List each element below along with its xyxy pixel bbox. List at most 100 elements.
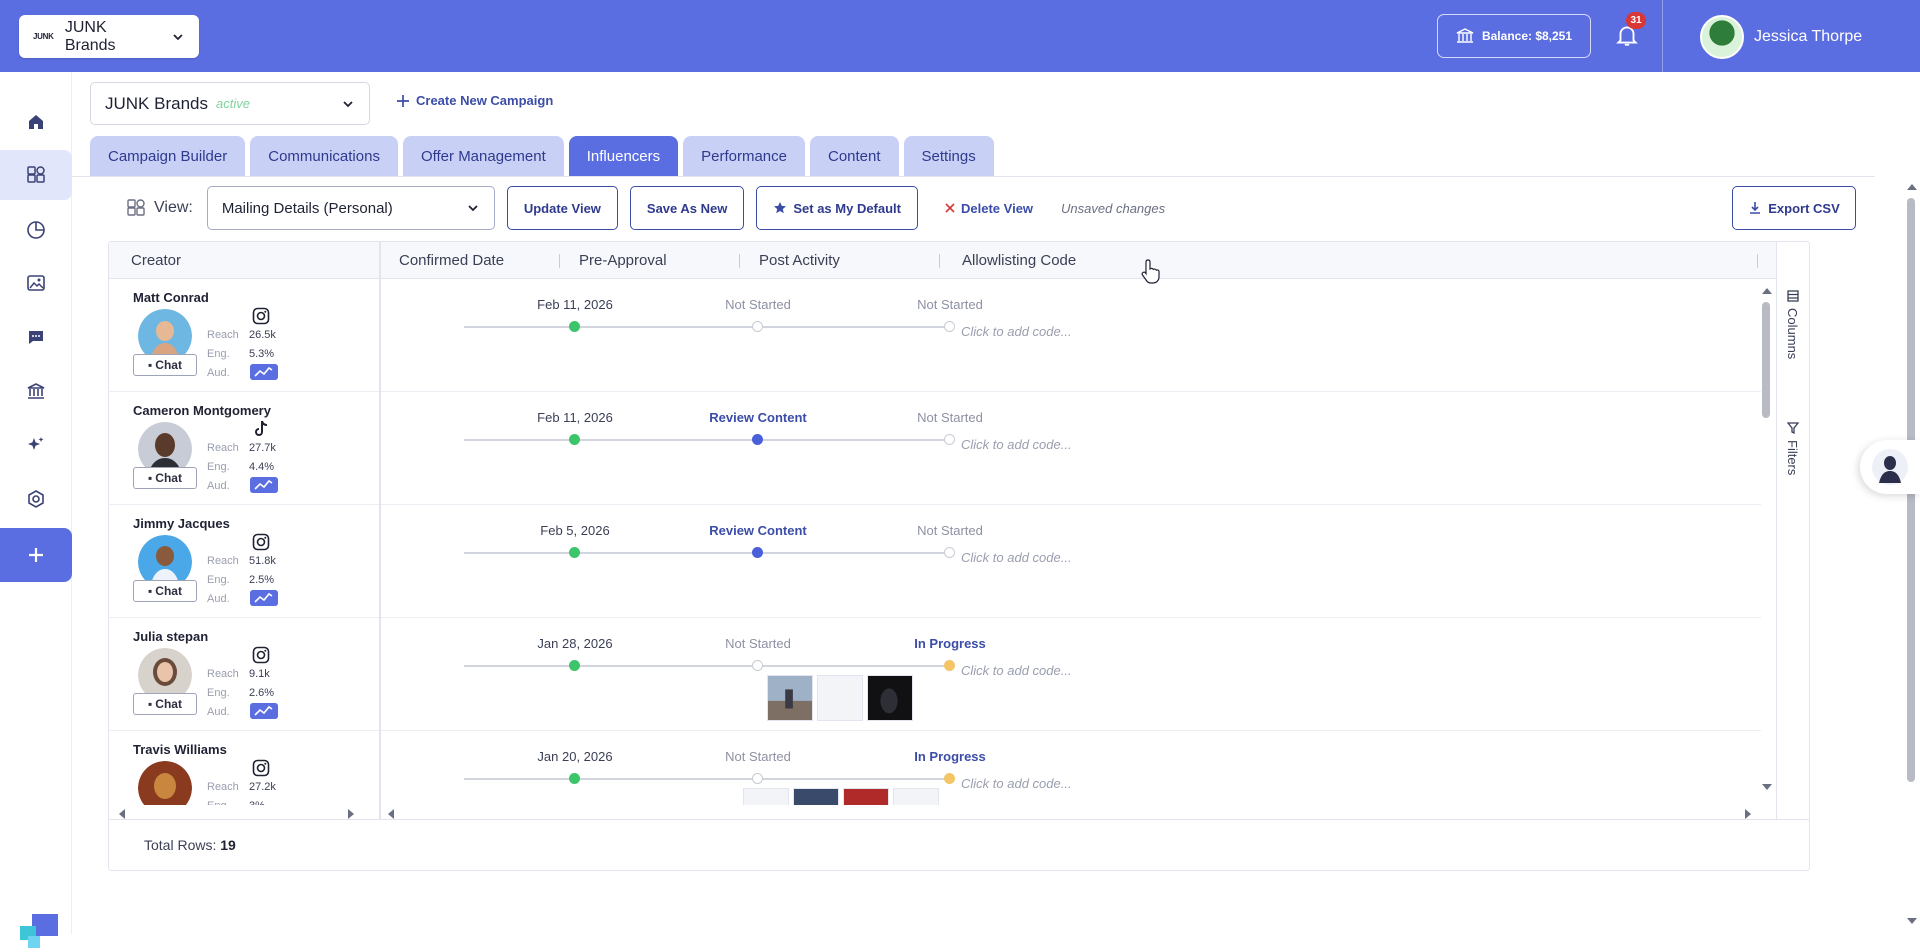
- scroll-down-icon[interactable]: [1761, 782, 1773, 792]
- content-thumbnail[interactable]: [743, 788, 789, 805]
- chat-icon[interactable]: [0, 312, 72, 362]
- creator-name[interactable]: Matt Conrad: [133, 290, 209, 305]
- audience-label: Aud.: [207, 480, 230, 492]
- column-separator[interactable]: [559, 254, 560, 268]
- brand-switcher[interactable]: JUNK JUNK Brands: [19, 15, 199, 58]
- view-label-text: View:: [154, 199, 193, 216]
- home-icon[interactable]: [0, 97, 72, 147]
- creator-name[interactable]: Cameron Montgomery: [133, 403, 271, 418]
- creator-name[interactable]: Travis Williams: [133, 742, 227, 757]
- columns-tab[interactable]: Columns: [1785, 290, 1800, 359]
- column-separator[interactable]: [739, 254, 740, 268]
- content-thumbnail[interactable]: [767, 675, 813, 721]
- campaign-select[interactable]: JUNK Brands active: [90, 82, 370, 125]
- chat-button[interactable]: ▪ Chat: [133, 354, 197, 376]
- progress-track: [464, 665, 951, 667]
- pre-approval-status[interactable]: Review Content: [688, 523, 828, 538]
- allowlisting-code-cell[interactable]: Click to add code...: [961, 437, 1072, 452]
- post-activity-status[interactable]: In Progress: [880, 749, 1020, 764]
- pre-approval-status[interactable]: Not Started: [688, 297, 828, 312]
- reach-value: 27.2k: [249, 781, 276, 793]
- table-row[interactable]: Travis Williams Reach 27.2k Eng.3% Jan 20…: [109, 731, 1761, 805]
- chat-button[interactable]: ▪ Chat: [133, 467, 197, 489]
- column-separator[interactable]: [1757, 254, 1758, 268]
- grid-footer-divider: [109, 819, 1809, 820]
- tab-influencers[interactable]: Influencers: [568, 136, 679, 176]
- avatar[interactable]: [138, 761, 192, 805]
- set-default-button[interactable]: Set as My Default: [756, 186, 919, 230]
- table-row[interactable]: Julia stepan ▪ Chat Reach 9.1k Eng. 2.6% Au…: [109, 618, 1761, 731]
- header-post-activity[interactable]: Post Activity: [759, 252, 840, 269]
- step-dot-post-activity: [944, 434, 955, 445]
- chevron-down-icon: [173, 33, 183, 40]
- tab-communications[interactable]: Communications: [250, 136, 398, 176]
- scroll-up-icon[interactable]: [1761, 286, 1773, 296]
- step-dot-post-activity: [944, 547, 955, 558]
- notification-badge: 31: [1626, 12, 1646, 29]
- analytics-icon[interactable]: [0, 205, 72, 255]
- allowlisting-code-cell[interactable]: Click to add code...: [961, 550, 1072, 565]
- table-row[interactable]: Matt Conrad ▪ Chat Reach 26.5k Eng. 5.3% Au…: [109, 279, 1761, 392]
- view-select[interactable]: Mailing Details (Personal): [206, 186, 495, 230]
- support-chat-launcher[interactable]: [1860, 440, 1920, 494]
- column-separator[interactable]: [939, 254, 940, 268]
- content-thumbnail[interactable]: [843, 788, 889, 805]
- bank-icon[interactable]: [0, 366, 72, 416]
- trend-chart-icon[interactable]: [250, 590, 278, 606]
- image-icon[interactable]: [0, 258, 72, 308]
- campaigns-icon[interactable]: [0, 150, 72, 200]
- user-menu[interactable]: Jessica Thorpe: [1700, 15, 1862, 59]
- content-thumbnail[interactable]: [817, 675, 863, 721]
- allowlisting-code-cell[interactable]: Click to add code...: [961, 776, 1072, 791]
- export-csv-button[interactable]: Export CSV: [1732, 186, 1856, 230]
- create-campaign-link[interactable]: Create New Campaign: [396, 93, 553, 108]
- post-activity-status[interactable]: Not Started: [880, 523, 1020, 538]
- header-confirmed-date[interactable]: Confirmed Date: [399, 252, 504, 269]
- post-activity-status[interactable]: In Progress: [880, 636, 1020, 651]
- trend-chart-icon[interactable]: [250, 703, 278, 719]
- allowlisting-code-cell[interactable]: Click to add code...: [961, 663, 1072, 678]
- table-row[interactable]: Cameron Montgomery ▪ Chat Reach 27.7k Eng.…: [109, 392, 1761, 505]
- tab-performance[interactable]: Performance: [683, 136, 805, 176]
- chat-button[interactable]: ▪ Chat: [133, 580, 197, 602]
- scroll-down-icon[interactable]: [1906, 916, 1918, 926]
- add-button[interactable]: [0, 528, 72, 582]
- creator-name[interactable]: Julia stepan: [133, 629, 208, 644]
- scroll-up-icon[interactable]: [1906, 182, 1918, 192]
- trend-chart-icon[interactable]: [250, 364, 278, 380]
- sparkles-icon[interactable]: [0, 420, 72, 470]
- pre-approval-status[interactable]: Not Started: [688, 636, 828, 651]
- create-campaign-label: Create New Campaign: [416, 93, 554, 108]
- filters-tab[interactable]: Filters: [1785, 422, 1800, 475]
- pre-approval-status[interactable]: Review Content: [688, 410, 828, 425]
- content-thumbnail[interactable]: [867, 675, 913, 721]
- creator-name[interactable]: Jimmy Jacques: [133, 516, 230, 531]
- tab-settings[interactable]: Settings: [903, 136, 994, 176]
- allowlisting-code-cell[interactable]: Click to add code...: [961, 324, 1072, 339]
- tab-offer-management[interactable]: Offer Management: [402, 136, 564, 176]
- update-view-button[interactable]: Update View: [506, 186, 618, 230]
- post-activity-status[interactable]: Not Started: [880, 297, 1020, 312]
- content-thumbnail[interactable]: [893, 788, 939, 805]
- tab-campaign-builder[interactable]: Campaign Builder: [90, 136, 246, 176]
- save-as-new-button[interactable]: Save As New: [629, 186, 745, 230]
- table-row[interactable]: Jimmy Jacques ▪ Chat Reach 51.8k Eng. 2.5% …: [109, 505, 1761, 618]
- view-label: View:: [126, 198, 193, 218]
- post-activity-status[interactable]: Not Started: [880, 410, 1020, 425]
- chat-label: Chat: [155, 584, 182, 598]
- chat-icon: ▪: [148, 697, 153, 711]
- settings-hex-icon[interactable]: [0, 474, 72, 524]
- filter-icon: [1786, 422, 1799, 434]
- header-pre-approval[interactable]: Pre-Approval: [579, 252, 667, 269]
- header-allowlisting-code[interactable]: Allowlisting Code: [962, 252, 1076, 269]
- grid-vertical-scrollbar[interactable]: [1762, 302, 1770, 418]
- trend-chart-icon[interactable]: [250, 477, 278, 493]
- balance-button[interactable]: Balance: $8,251: [1437, 14, 1591, 58]
- delete-view-button[interactable]: Delete View: [944, 201, 1033, 216]
- pre-approval-status[interactable]: Not Started: [688, 749, 828, 764]
- content-thumbnail[interactable]: [793, 788, 839, 805]
- reach-label: Reach: [207, 442, 239, 454]
- chat-button[interactable]: ▪ Chat: [133, 693, 197, 715]
- tab-content[interactable]: Content: [810, 136, 899, 176]
- header-creator[interactable]: Creator: [131, 252, 181, 269]
